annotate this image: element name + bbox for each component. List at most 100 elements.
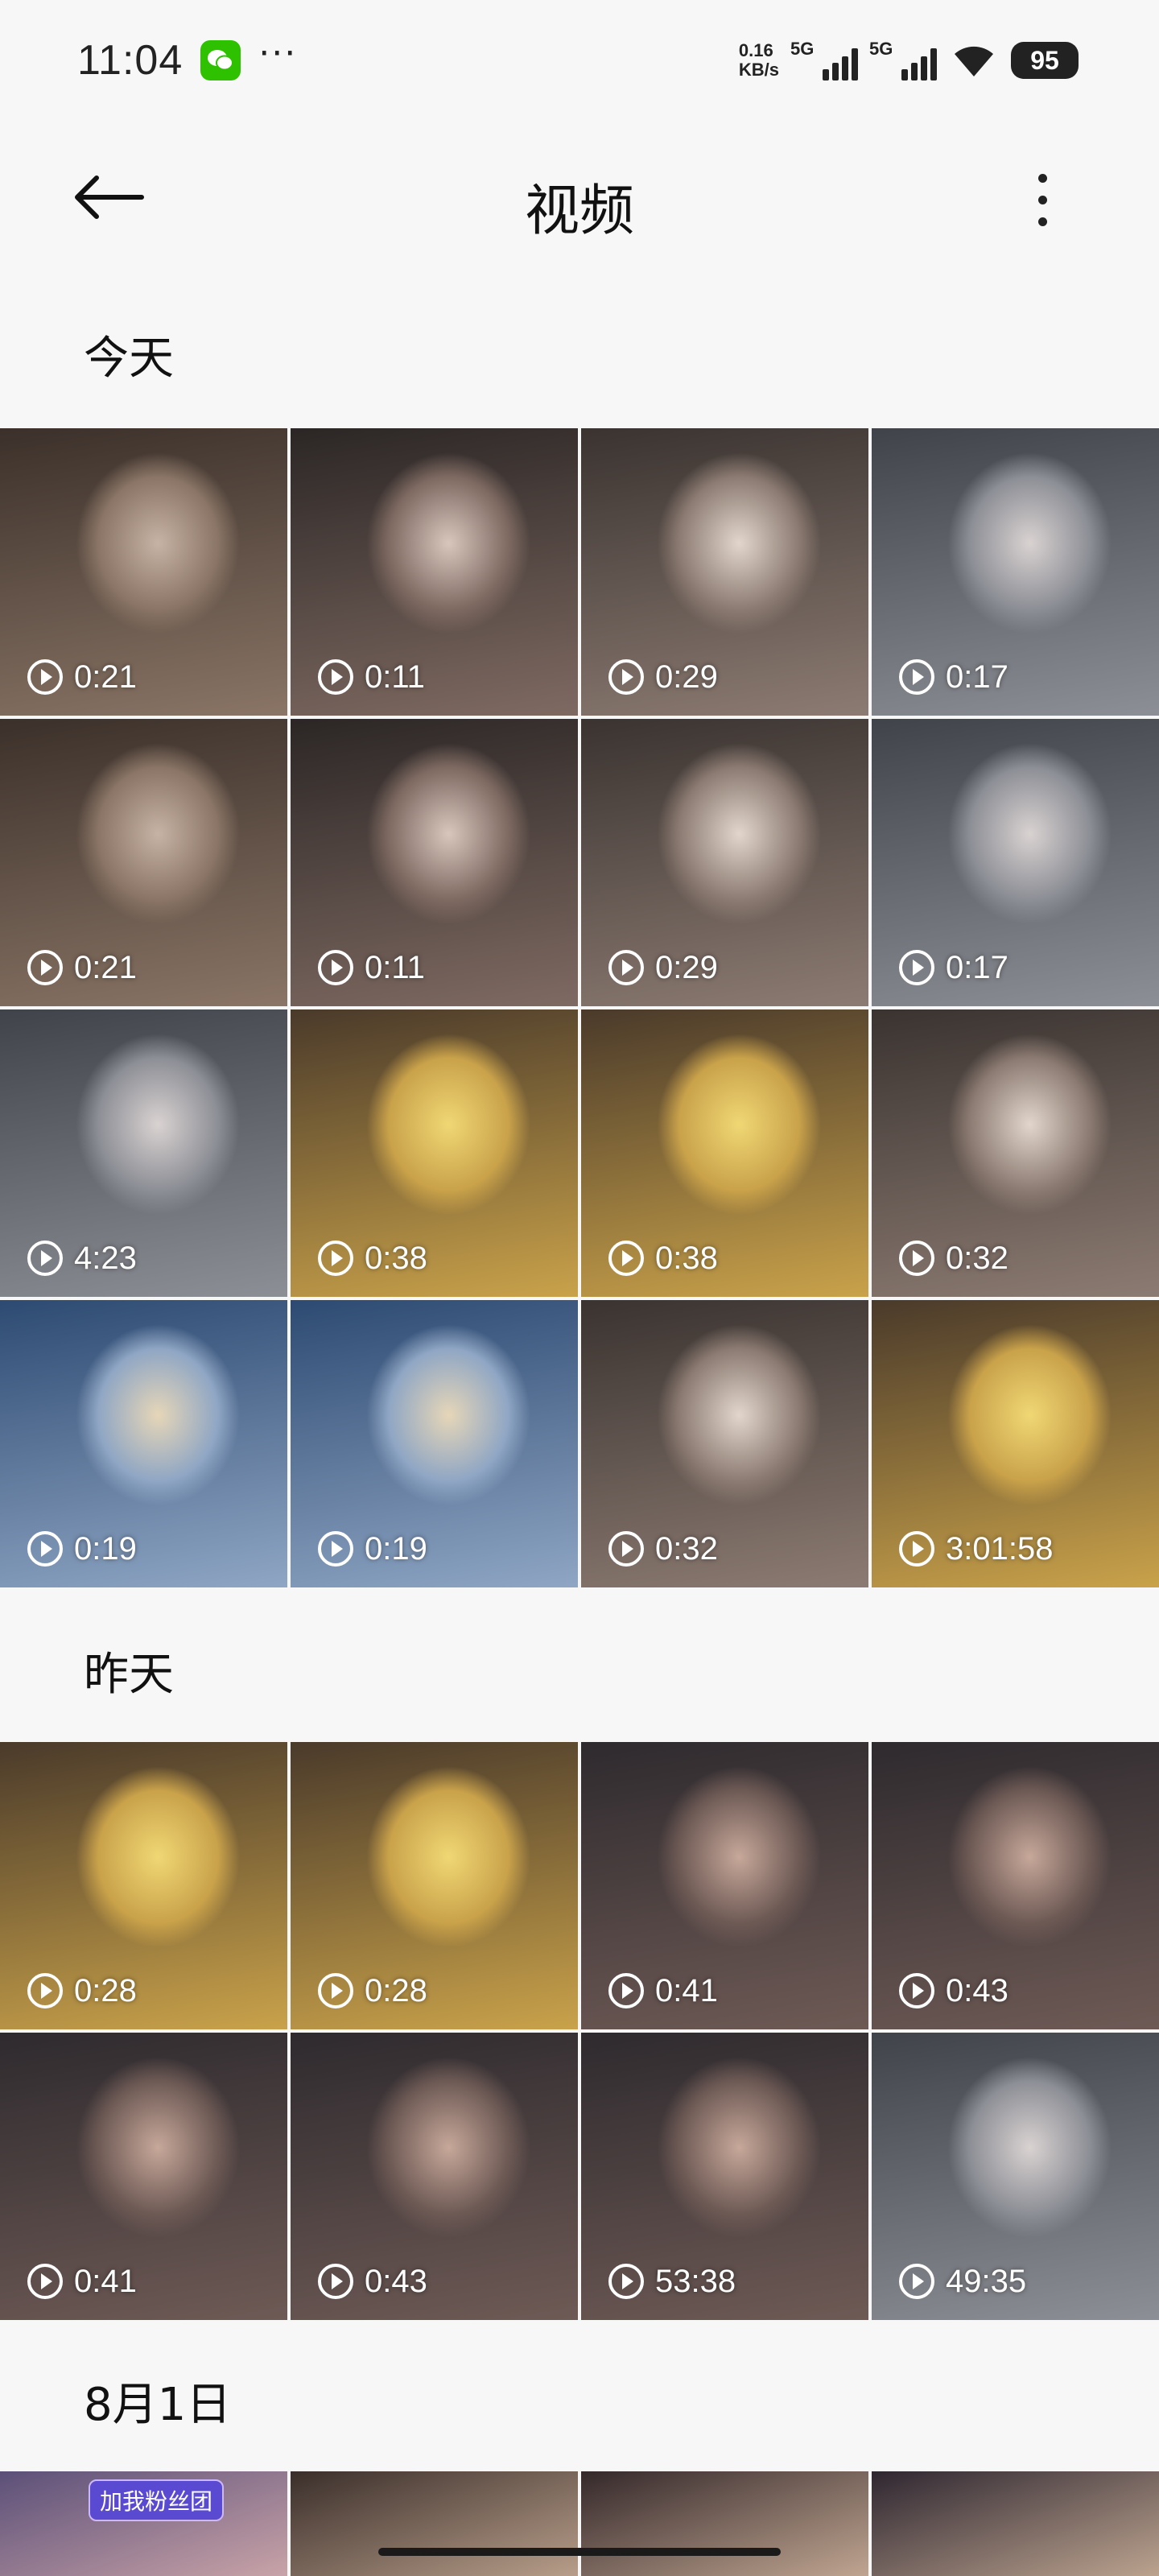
video-thumbnail[interactable]: 0:19	[291, 1300, 578, 1587]
video-thumbnail[interactable]: 0:19	[0, 1300, 287, 1587]
more-options-button[interactable]	[1010, 159, 1074, 240]
video-duration: 0:41	[607, 1971, 718, 2010]
video-thumbnail[interactable]: 0:38	[581, 1009, 868, 1297]
video-thumbnail[interactable]: 0:17	[872, 428, 1159, 716]
video-duration: 0:21	[26, 948, 137, 987]
video-duration: 0:43	[897, 1971, 1008, 2010]
duration-text: 0:19	[365, 1530, 427, 1567]
video-duration: 0:29	[607, 948, 718, 987]
video-thumbnail[interactable]: 0:41	[581, 1742, 868, 2029]
play-icon	[608, 1241, 644, 1276]
network-speed: 0.16 KB/s	[739, 41, 779, 80]
play-icon	[318, 950, 353, 985]
duration-text: 0:41	[74, 2263, 137, 2299]
video-thumbnail[interactable]: 4:23	[0, 1009, 287, 1297]
network-speed-unit: KB/s	[738, 60, 779, 80]
video-grid-aug1: 加我粉丝团	[0, 2471, 1159, 2576]
play-icon	[608, 659, 644, 695]
more-notifications-icon: ···	[258, 32, 298, 74]
video-thumbnail[interactable]: 0:11	[291, 428, 578, 716]
play-icon	[27, 659, 63, 695]
signal-bars-icon	[823, 48, 858, 80]
status-bar: 11:04 ··· 0.16 KB/s 5G 5G 95	[0, 0, 1159, 121]
video-thumbnail[interactable]: 0:11	[291, 719, 578, 1006]
video-duration: 4:23	[26, 1239, 137, 1278]
signal-2: 5G	[869, 39, 937, 80]
video-duration: 0:38	[316, 1239, 427, 1278]
duration-text: 0:21	[74, 949, 137, 985]
signal-1-label: 5G	[790, 39, 815, 59]
status-right: 0.16 KB/s 5G 5G 95	[739, 39, 1079, 80]
duration-text: 0:17	[946, 949, 1008, 985]
status-time: 11:04	[77, 37, 184, 84]
duration-text: 0:32	[946, 1240, 1008, 1276]
video-duration: 0:38	[607, 1239, 718, 1278]
video-thumbnail[interactable]: 0:32	[581, 1300, 868, 1587]
duration-text: 0:43	[946, 1972, 1008, 2008]
duration-text: 0:19	[74, 1530, 137, 1567]
play-icon	[318, 1531, 353, 1567]
duration-text: 0:29	[655, 658, 718, 695]
duration-text: 3:01:58	[946, 1530, 1054, 1567]
video-duration: 0:32	[607, 1530, 718, 1568]
duration-text: 0:38	[655, 1240, 718, 1276]
duration-text: 0:28	[74, 1972, 137, 2008]
duration-text: 0:17	[946, 658, 1008, 695]
video-duration: 0:19	[316, 1530, 427, 1568]
play-icon	[608, 2264, 644, 2299]
video-thumbnail[interactable]: 49:35	[872, 2033, 1159, 2320]
video-thumbnail[interactable]: 53:38	[581, 2033, 868, 2320]
video-thumbnail[interactable]: 3:01:58	[872, 1300, 1159, 1587]
page-title: 视频	[524, 180, 634, 243]
wechat-notification-icon	[200, 40, 241, 80]
video-thumbnail[interactable]: 0:28	[291, 1742, 578, 2029]
video-thumbnail[interactable]: 0:29	[581, 719, 868, 1006]
video-duration: 0:11	[316, 658, 425, 696]
signal-bars-icon	[901, 48, 937, 80]
more-dot	[1037, 173, 1047, 183]
video-thumbnail[interactable]: 0:21	[0, 719, 287, 1006]
video-thumbnail[interactable]: 0:29	[581, 428, 868, 716]
status-left: 11:04 ···	[77, 32, 298, 85]
duration-text: 0:11	[365, 949, 425, 985]
video-thumbnail[interactable]	[291, 2471, 578, 2576]
more-dot	[1037, 217, 1047, 226]
play-icon	[899, 1241, 934, 1276]
video-thumbnail[interactable]: 0:41	[0, 2033, 287, 2320]
play-icon	[899, 2264, 934, 2299]
play-icon	[27, 950, 63, 985]
app-bar: 视频	[0, 137, 1159, 258]
video-duration: 0:17	[897, 948, 1008, 987]
duration-text: 0:38	[365, 1240, 427, 1276]
play-icon	[27, 1531, 63, 1567]
play-icon	[318, 659, 353, 695]
play-icon	[608, 950, 644, 985]
video-thumbnail[interactable]: 0:17	[872, 719, 1159, 1006]
video-thumbnail[interactable]: 加我粉丝团	[0, 2471, 287, 2576]
video-thumbnail[interactable]: 0:32	[872, 1009, 1159, 1297]
video-thumbnail[interactable]: 0:43	[291, 2033, 578, 2320]
video-duration: 0:28	[316, 1971, 427, 2010]
section-header-today: 今天	[84, 332, 174, 385]
home-indicator[interactable]	[378, 2548, 781, 2556]
video-duration: 0:21	[26, 658, 137, 696]
video-duration: 0:29	[607, 658, 718, 696]
play-icon	[318, 1973, 353, 2008]
duration-text: 0:43	[365, 2263, 427, 2299]
wifi-icon	[955, 46, 993, 76]
video-thumbnail[interactable]: 0:21	[0, 428, 287, 716]
video-duration: 3:01:58	[897, 1530, 1053, 1568]
duration-text: 4:23	[74, 1240, 137, 1276]
video-thumbnail[interactable]	[581, 2471, 868, 2576]
play-icon	[27, 1241, 63, 1276]
signal-1: 5G	[790, 39, 858, 80]
more-dot	[1037, 195, 1047, 204]
signal-2-label: 5G	[869, 39, 893, 59]
video-grid-today: 0:21 0:11 0:29 0:17 0:21 0:11 0:29 0:17 4:23 0:38…	[0, 428, 1159, 1587]
video-thumbnail[interactable]: 0:43	[872, 1742, 1159, 2029]
video-thumbnail[interactable]: 0:38	[291, 1009, 578, 1297]
video-thumbnail[interactable]: 0:28	[0, 1742, 287, 2029]
duration-text: 53:38	[655, 2263, 736, 2299]
video-thumbnail[interactable]	[872, 2471, 1159, 2576]
duration-text: 0:41	[655, 1972, 718, 2008]
